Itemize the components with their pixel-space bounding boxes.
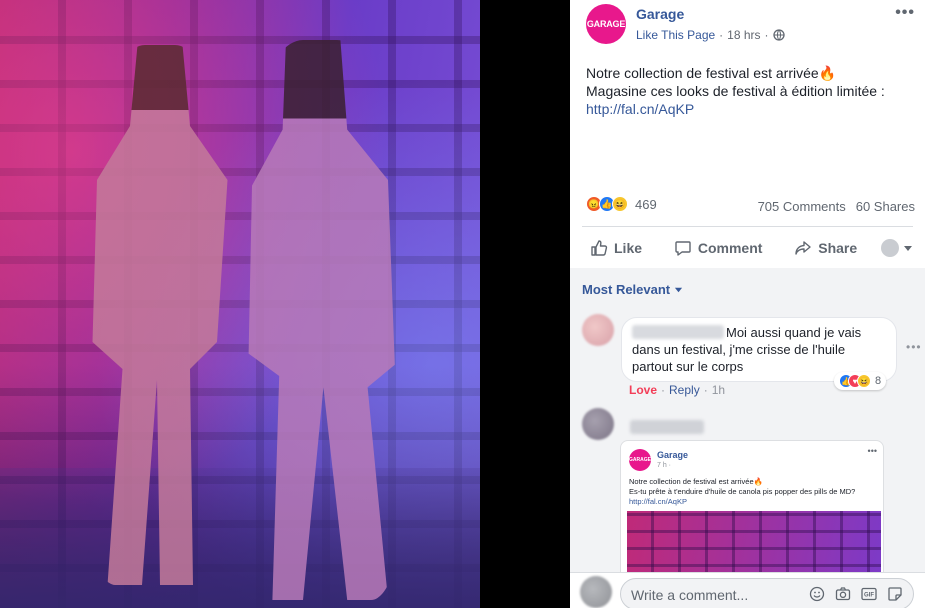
svg-text:GIF: GIF: [864, 593, 874, 599]
like-button[interactable]: Like: [582, 239, 650, 257]
gif-icon[interactable]: GIF: [861, 586, 877, 602]
emoji-icon[interactable]: [809, 586, 825, 602]
shared-page-name: Garage: [657, 450, 689, 460]
comment-label: Comment: [697, 240, 763, 256]
shared-line-1: Notre collection de festival est arrivée…: [629, 477, 763, 486]
comment-action-sep-2: ·: [703, 383, 708, 397]
like-page-link[interactable]: Like This Page: [636, 28, 715, 42]
audience-avatar: [880, 239, 899, 257]
sort-label: Most Relevant: [582, 282, 671, 297]
photo-floor: [0, 468, 480, 608]
comment-actions: Love · Reply · 1h: [629, 383, 725, 397]
sticker-icon[interactable]: [887, 586, 903, 602]
post-meta: Like This Page · 18 hrs ·: [636, 28, 785, 42]
reply-link[interactable]: Reply: [669, 383, 700, 397]
composer-icons: GIF: [809, 586, 903, 602]
share-icon: [795, 241, 811, 255]
reaction-summary[interactable]: 😠 👍 😆 469: [586, 196, 657, 212]
share-button[interactable]: Share: [786, 239, 865, 257]
post-link[interactable]: http://fal.cn/AqKP: [586, 101, 694, 117]
comments-count-link[interactable]: 705 Comments: [758, 199, 846, 214]
shared-post-time: 7 h ·: [657, 462, 672, 469]
love-link[interactable]: Love: [629, 383, 657, 397]
share-label: Share: [818, 240, 858, 256]
post-message: Notre collection de festival est arrivée…: [586, 64, 916, 118]
audience-selector[interactable]: [880, 239, 913, 257]
meta-separator-2: ·: [764, 28, 769, 42]
haha-reaction-icon: 😆: [857, 374, 871, 388]
comment-icon: [675, 241, 691, 256]
page-avatar[interactable]: GARAGE: [586, 4, 626, 44]
shared-link: http://fal.cn/AqKP: [629, 497, 687, 506]
commenter-avatar[interactable]: [582, 408, 614, 440]
post-time[interactable]: 18 hrs: [727, 28, 760, 42]
comment-button[interactable]: Comment: [666, 239, 771, 257]
reaction-count: 469: [635, 196, 657, 212]
post-line-1: Notre collection de festival est arrivée…: [586, 65, 837, 81]
thumbs-up-icon: [591, 240, 608, 256]
shared-post-image: [627, 511, 881, 579]
shares-count-link[interactable]: 60 Shares: [856, 199, 915, 214]
action-bar: Like Comment Share: [582, 230, 913, 266]
post-panel: GARAGE Garage Like This Page · 18 hrs · …: [570, 0, 925, 608]
globe-icon: [772, 29, 785, 41]
post-options-button[interactable]: •••: [895, 4, 915, 22]
engagement-counts: 705 Comments 60 Shares: [758, 199, 915, 214]
shared-post-screenshot[interactable]: GARAGE Garage 7 h · ••• Notre collection…: [620, 440, 884, 580]
commenter-name[interactable]: [632, 325, 724, 339]
comment-reactions[interactable]: 👍 ♥ 😆 8: [834, 372, 887, 390]
commenter-avatar[interactable]: [582, 314, 614, 346]
comment-sort-dropdown[interactable]: Most Relevant: [582, 282, 683, 297]
post-photo[interactable]: [0, 0, 480, 608]
caret-down-icon: [903, 246, 912, 251]
shared-line-2: Es-tu prête à t'enduire d'huile de canol…: [629, 487, 856, 496]
post-line-2: Magasine ces looks de festival à édition…: [586, 83, 885, 99]
comment-action-sep: ·: [661, 383, 666, 397]
divider-top: [582, 226, 913, 227]
shared-page-avatar: GARAGE: [629, 449, 651, 471]
shared-options-icon: •••: [867, 446, 877, 456]
haha-reaction-icon: 😆: [612, 196, 628, 212]
caret-down-icon: [675, 287, 683, 293]
comment-reaction-count: 8: [875, 375, 882, 387]
camera-icon[interactable]: [835, 586, 851, 602]
viewer-gutter: [480, 0, 570, 608]
comment-time[interactable]: 1h: [712, 383, 725, 397]
comment-options-button[interactable]: •••: [906, 340, 922, 354]
like-label: Like: [614, 240, 643, 256]
viewer-avatar: [580, 576, 612, 608]
shared-post-text: Notre collection de festival est arrivée…: [629, 477, 879, 507]
commenter-name[interactable]: [630, 420, 704, 434]
meta-separator: ·: [719, 28, 724, 42]
page-name-link[interactable]: Garage: [636, 6, 684, 22]
